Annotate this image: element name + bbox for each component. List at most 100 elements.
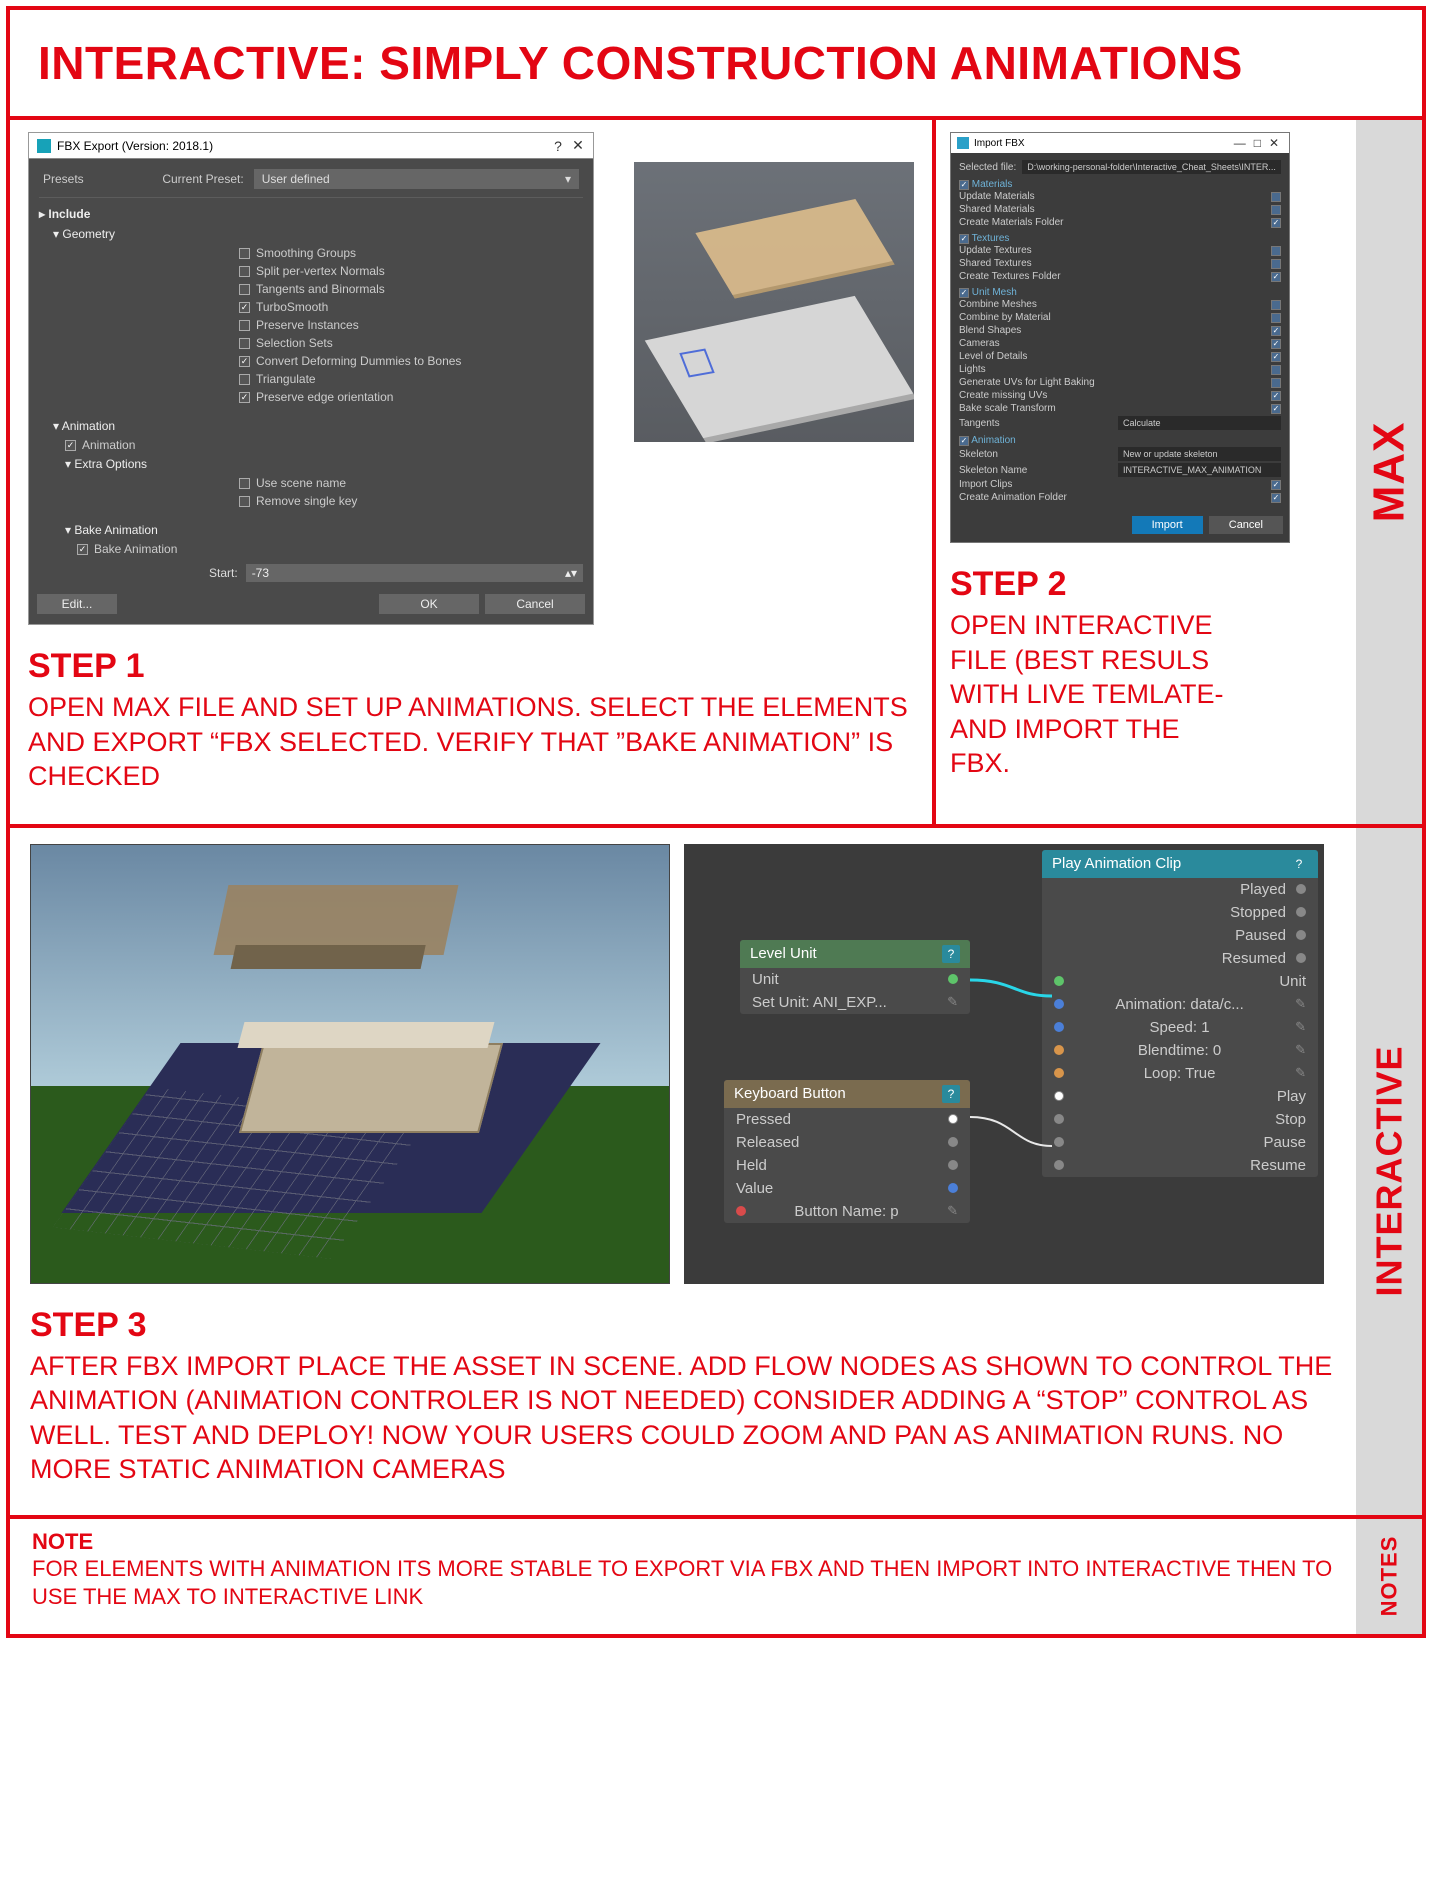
selected-file-field[interactable]: D:\working-personal-folder\Interactive_C… <box>1022 160 1281 174</box>
chk-shared-materials[interactable] <box>1271 205 1281 215</box>
page-header: INTERACTIVE: SIMPLY CONSTRUCTION ANIMATI… <box>10 10 1422 120</box>
chk-materials-cat[interactable] <box>959 180 969 190</box>
help-icon[interactable]: ? <box>942 945 960 963</box>
chk-create-anim-folder[interactable] <box>1271 493 1281 503</box>
close-icon[interactable]: ✕ <box>571 137 585 154</box>
minimize-icon[interactable]: — <box>1230 136 1250 150</box>
chk-blend-shapes[interactable] <box>1271 326 1281 336</box>
chk-update-textures[interactable] <box>1271 246 1281 256</box>
chk-update-materials[interactable] <box>1271 192 1281 202</box>
animation-group[interactable]: ▾ Animation <box>53 416 583 436</box>
note-body: FOR ELEMENTS WITH ANIMATION ITS MORE STA… <box>32 1555 1334 1612</box>
chk-preserve-instances[interactable]: Preserve Instances <box>239 316 583 334</box>
chk-generate-uvs[interactable] <box>1271 378 1281 388</box>
chk-combine-by-material[interactable] <box>1271 313 1281 323</box>
edit-icon[interactable]: ✎ <box>1295 1042 1306 1058</box>
edit-icon[interactable]: ✎ <box>947 994 958 1010</box>
chk-create-materials-folder[interactable] <box>1271 218 1281 228</box>
fbx-window-title: FBX Export (Version: 2018.1) <box>57 139 213 153</box>
notes-section: NOTE FOR ELEMENTS WITH ANIMATION ITS MOR… <box>10 1519 1422 1634</box>
notes-side-tab: NOTES <box>1356 1519 1422 1634</box>
chk-combine-meshes[interactable] <box>1271 300 1281 310</box>
skeleton-name-field[interactable]: INTERACTIVE_MAX_ANIMATION <box>1118 463 1281 477</box>
chk-bake-animation[interactable]: Bake Animation <box>77 540 583 558</box>
max-viewport-screenshot <box>634 162 914 442</box>
chk-textures-cat[interactable] <box>959 234 969 244</box>
chk-split[interactable]: Split per-vertex Normals <box>239 262 583 280</box>
help-icon[interactable]: ? <box>551 138 565 154</box>
edit-icon[interactable]: ✎ <box>1295 1019 1306 1035</box>
port-out-value[interactable] <box>948 1183 958 1193</box>
port-in-blendtime[interactable] <box>1054 1045 1064 1055</box>
edit-icon[interactable]: ✎ <box>1295 996 1306 1012</box>
port-in-unit[interactable] <box>1054 976 1064 986</box>
port-in-loop[interactable] <box>1054 1068 1064 1078</box>
port-out-held[interactable] <box>948 1160 958 1170</box>
port-out-paused[interactable] <box>1296 930 1306 940</box>
chk-smoothing[interactable]: Smoothing Groups <box>239 244 583 262</box>
chk-shared-textures[interactable] <box>1271 259 1281 269</box>
fbx-title-bar: FBX Export (Version: 2018.1) ? ✕ <box>29 133 593 159</box>
chk-unitmesh-cat[interactable] <box>959 288 969 298</box>
port-out-stopped[interactable] <box>1296 907 1306 917</box>
port-in-animation[interactable] <box>1054 999 1064 1009</box>
chk-dummies[interactable]: Convert Deforming Dummies to Bones <box>239 352 583 370</box>
chk-triangulate[interactable]: Triangulate <box>239 370 583 388</box>
port-out-pressed[interactable] <box>948 1114 958 1124</box>
preset-dropdown[interactable]: User defined▾ <box>254 169 579 189</box>
spinner-icon[interactable]: ▴▾ <box>565 566 577 580</box>
node-keyboard-button[interactable]: Keyboard Button? Pressed Released Held V… <box>724 1080 970 1223</box>
chk-animation-cat[interactable] <box>959 436 969 446</box>
chk-tangents[interactable]: Tangents and Binormals <box>239 280 583 298</box>
node-play-animation-clip[interactable]: Play Animation Clip? Played Stopped Paus… <box>1042 850 1318 1177</box>
flow-graph-screenshot: Level Unit? Unit Set Unit: ANI_EXP...✎ K… <box>684 844 1324 1284</box>
port-out-played[interactable] <box>1296 884 1306 894</box>
chk-lights[interactable] <box>1271 365 1281 375</box>
chk-use-scene-name[interactable]: Use scene name <box>239 474 583 492</box>
step2-title: STEP 2 <box>950 565 1344 604</box>
start-field[interactable]: -73▴▾ <box>246 564 583 582</box>
chk-cameras[interactable] <box>1271 339 1281 349</box>
node-level-unit[interactable]: Level Unit? Unit Set Unit: ANI_EXP...✎ <box>740 940 970 1014</box>
include-group[interactable]: ▸ Include <box>39 204 583 224</box>
chk-animation[interactable]: Animation <box>65 436 583 454</box>
port-out-released[interactable] <box>948 1137 958 1147</box>
port-in-pause[interactable] <box>1054 1137 1064 1147</box>
chk-import-clips[interactable] <box>1271 480 1281 490</box>
port-out-unit[interactable] <box>948 974 958 984</box>
chk-remove-single-key[interactable]: Remove single key <box>239 492 583 510</box>
help-icon[interactable]: ? <box>942 1085 960 1103</box>
ok-button[interactable]: OK <box>379 594 479 614</box>
cancel-button[interactable]: Cancel <box>485 594 585 614</box>
help-icon[interactable]: ? <box>1290 855 1308 873</box>
chk-bake-scale[interactable] <box>1271 404 1281 414</box>
chk-turbo[interactable]: TurboSmooth <box>239 298 583 316</box>
chk-selection-sets[interactable]: Selection Sets <box>239 334 583 352</box>
interactive-section: Level Unit? Unit Set Unit: ANI_EXP...✎ K… <box>10 828 1422 1519</box>
import-button[interactable]: Import <box>1132 516 1203 534</box>
chk-create-missing-uvs[interactable] <box>1271 391 1281 401</box>
skeleton-dropdown[interactable]: New or update skeleton <box>1118 447 1281 461</box>
interactive-side-tab: INTERACTIVE <box>1356 828 1422 1515</box>
bake-animation-group[interactable]: ▾ Bake Animation <box>65 520 583 540</box>
port-in-speed[interactable] <box>1054 1022 1064 1032</box>
port-in-btnname[interactable] <box>736 1206 746 1216</box>
edit-icon[interactable]: ✎ <box>1295 1065 1306 1081</box>
close-icon[interactable]: ✕ <box>1265 136 1283 150</box>
edit-icon[interactable]: ✎ <box>947 1203 958 1219</box>
extra-options-group[interactable]: ▾ Extra Options <box>65 454 583 474</box>
import-window-title: Import FBX <box>974 138 1025 149</box>
chk-lod[interactable] <box>1271 352 1281 362</box>
port-in-stop[interactable] <box>1054 1114 1064 1124</box>
tangents-dropdown[interactable]: Calculate <box>1118 416 1281 430</box>
port-in-resume[interactable] <box>1054 1160 1064 1170</box>
geometry-group[interactable]: ▾ Geometry <box>53 224 583 244</box>
port-out-resumed[interactable] <box>1296 953 1306 963</box>
presets-label: Presets <box>43 172 84 186</box>
port-in-play[interactable] <box>1054 1091 1064 1101</box>
maximize-icon[interactable]: □ <box>1250 136 1265 150</box>
import-cancel-button[interactable]: Cancel <box>1209 516 1283 534</box>
chk-edge-orientation[interactable]: Preserve edge orientation <box>239 388 583 406</box>
chk-create-textures-folder[interactable] <box>1271 272 1281 282</box>
edit-button[interactable]: Edit... <box>37 594 117 614</box>
